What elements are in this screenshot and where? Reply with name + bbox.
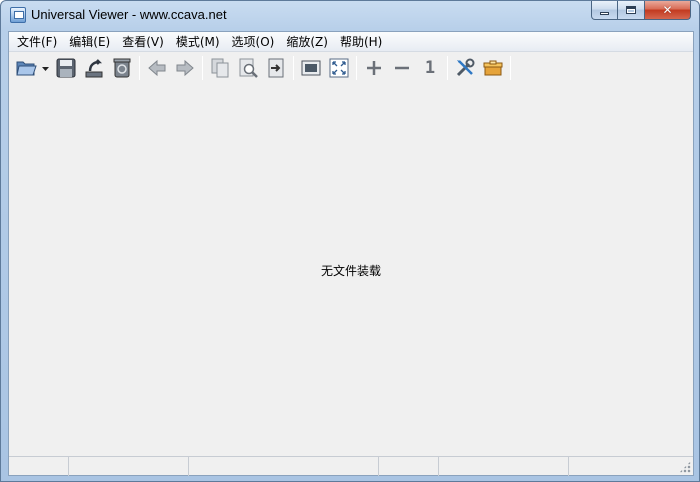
back-arrow-icon [148, 59, 166, 77]
menu-view[interactable]: 查看(V) [116, 33, 170, 51]
window-title: Universal Viewer - www.ccava.net [31, 7, 227, 22]
fullscreen-window-button[interactable] [298, 55, 324, 81]
dropdown-arrow-icon [42, 67, 49, 71]
toolbar-separator [139, 56, 140, 80]
menu-mode[interactable]: 模式(M) [170, 33, 226, 51]
toolbar-separator [356, 56, 357, 80]
minimize-button[interactable] [591, 1, 618, 20]
delete-button[interactable] [109, 55, 135, 81]
menu-help[interactable]: 帮助(H) [334, 33, 388, 51]
viewer-area[interactable]: 无文件装载 [9, 84, 693, 456]
find-button[interactable] [235, 55, 261, 81]
open-button[interactable] [13, 55, 39, 81]
plugins-button[interactable] [480, 55, 506, 81]
save-button[interactable] [53, 55, 79, 81]
toolbar-separator [202, 56, 203, 80]
reload-button[interactable] [81, 55, 107, 81]
copy-button[interactable] [207, 55, 233, 81]
plugin-box-icon [483, 60, 503, 76]
status-pane [439, 457, 569, 476]
zoom-in-button[interactable] [361, 55, 387, 81]
status-pane [189, 457, 379, 476]
title-bar[interactable]: Universal Viewer - www.ccava.net ✕ [1, 1, 699, 31]
open-dropdown-button[interactable] [41, 55, 51, 81]
toolbar-separator [510, 56, 511, 80]
maximize-icon [626, 6, 636, 14]
save-icon [56, 58, 76, 78]
app-icon [10, 7, 26, 23]
find-icon [239, 58, 258, 78]
back-button[interactable] [144, 55, 170, 81]
exit-to-icon [268, 58, 284, 78]
window-controls: ✕ [591, 1, 691, 21]
zoom-out-icon [395, 66, 409, 70]
menu-options[interactable]: 选项(O) [226, 33, 281, 51]
status-bar [9, 456, 693, 476]
settings-tools-icon [456, 58, 475, 77]
close-button[interactable]: ✕ [645, 1, 691, 20]
menu-zoom[interactable]: 缩放(Z) [280, 33, 334, 51]
zoom-in-icon [367, 61, 381, 75]
forward-button[interactable] [172, 55, 198, 81]
open-icon [16, 61, 37, 76]
original-size-icon: 1 [424, 58, 436, 78]
fit-screen-button[interactable] [326, 55, 352, 81]
resize-grip[interactable] [679, 461, 691, 473]
menu-edit[interactable]: 编辑(E) [63, 33, 116, 51]
status-pane [9, 457, 69, 476]
fit-screen-icon [329, 58, 349, 78]
main-window: Universal Viewer - www.ccava.net ✕ 文件(F)… [0, 0, 700, 482]
no-file-loaded-message: 无文件装载 [320, 264, 381, 278]
maximize-button[interactable] [618, 1, 645, 20]
zoom-out-button[interactable] [389, 55, 415, 81]
delete-icon [113, 58, 131, 78]
original-size-button[interactable]: 1 [417, 55, 443, 81]
copy-icon [211, 58, 229, 78]
exit-to-button[interactable] [263, 55, 289, 81]
fullscreen-window-icon [301, 60, 321, 76]
forward-arrow-icon [176, 59, 194, 77]
minimize-icon [600, 11, 609, 15]
menu-file[interactable]: 文件(F) [11, 33, 63, 51]
toolbar-separator [293, 56, 294, 80]
settings-button[interactable] [452, 55, 478, 81]
toolbar-separator [447, 56, 448, 80]
menu-bar: 文件(F) 编辑(E) 查看(V) 模式(M) 选项(O) 缩放(Z) 帮助(H… [9, 32, 693, 52]
status-pane [69, 457, 189, 476]
status-pane [379, 457, 439, 476]
reload-icon [85, 59, 103, 78]
status-pane [569, 457, 679, 476]
close-icon: ✕ [662, 3, 673, 17]
toolbar: 1 [9, 53, 693, 83]
client-area: 文件(F) 编辑(E) 查看(V) 模式(M) 选项(O) 缩放(Z) 帮助(H… [8, 31, 694, 476]
